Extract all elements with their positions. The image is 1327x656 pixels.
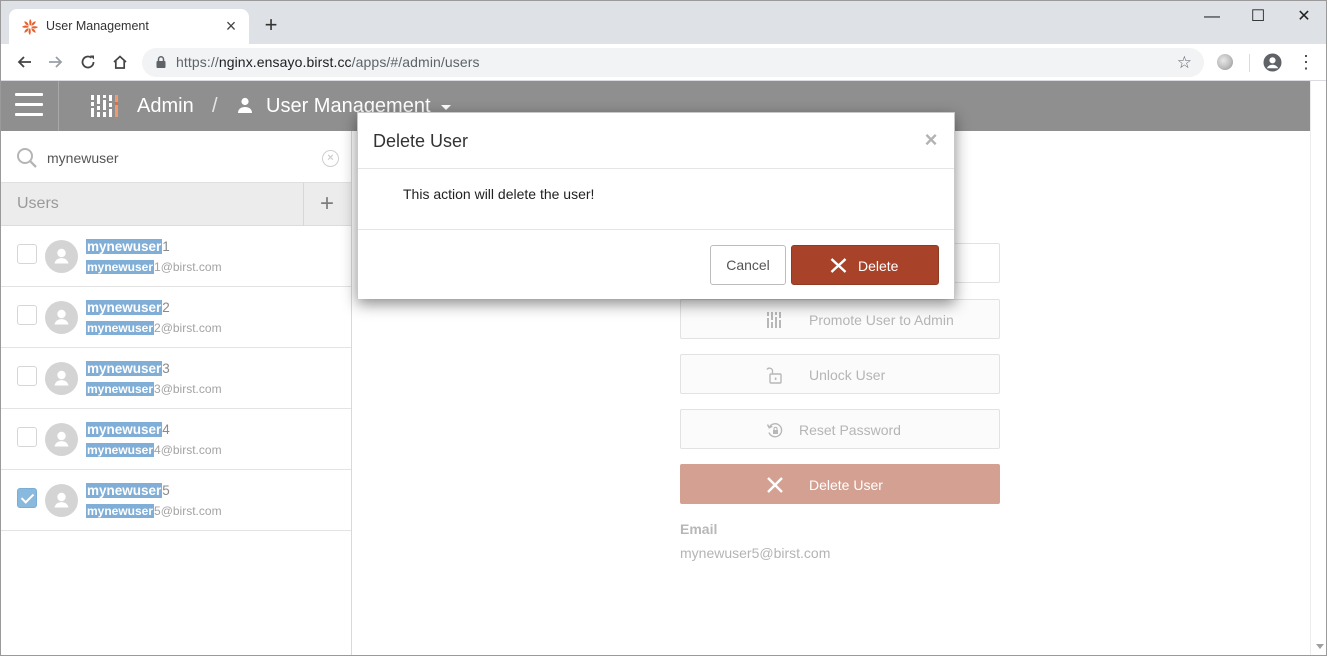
user-avatar-icon: [45, 484, 78, 517]
unlock-user-label: Unlock User: [809, 367, 886, 383]
page-scrollbar[interactable]: [1310, 81, 1326, 655]
user-list-item[interactable]: mynewuser1 mynewuser1@birst.com: [1, 226, 351, 287]
promote-admin-label: Promote User to Admin: [809, 312, 954, 328]
user-checkbox[interactable]: [17, 305, 37, 325]
header-divider: [58, 81, 59, 131]
dialog-close-icon[interactable]: ×: [921, 129, 941, 151]
user-icon: [238, 97, 252, 113]
email-label: Email: [680, 521, 718, 537]
user-checkbox[interactable]: [17, 366, 37, 386]
user-email: mynewuser4@birst.com: [86, 443, 222, 457]
profile-avatar-icon[interactable]: [1263, 53, 1282, 72]
browser-menu-icon[interactable]: ⋮: [1297, 50, 1315, 74]
user-list-item[interactable]: mynewuser4 mynewuser4@birst.com: [1, 409, 351, 470]
forward-arrow-icon[interactable]: [44, 50, 68, 74]
search-icon: [17, 148, 37, 168]
add-user-button[interactable]: +: [315, 190, 339, 218]
confirm-delete-label: Delete: [858, 258, 899, 274]
users-title: Users: [17, 195, 59, 212]
breadcrumb-separator: /: [212, 95, 218, 117]
reset-password-icon: [766, 423, 783, 438]
hamburger-menu-icon[interactable]: [15, 93, 43, 119]
user-checkbox[interactable]: [17, 488, 37, 508]
user-name: mynewuser1: [86, 239, 170, 254]
user-email: mynewuser5@birst.com: [86, 504, 222, 518]
reset-password-button[interactable]: Reset Password: [680, 409, 1000, 449]
search-bar: ×: [1, 131, 351, 183]
users-list-header: Users +: [1, 183, 351, 226]
delete-user-dialog: Delete User × This action will delete th…: [357, 112, 955, 299]
new-tab-button[interactable]: +: [260, 14, 282, 36]
window-minimize-button[interactable]: —: [1197, 5, 1227, 29]
email-value: mynewuser5@birst.com: [680, 545, 831, 561]
user-list-item[interactable]: mynewuser5 mynewuser5@birst.com: [1, 470, 351, 531]
extension-icon[interactable]: [1217, 54, 1233, 70]
delete-user-button[interactable]: Delete User: [680, 464, 1000, 504]
promote-admin-button[interactable]: Promote User to Admin: [680, 299, 1000, 339]
clear-search-icon[interactable]: ×: [322, 150, 339, 167]
dialog-footer: Cancel Delete: [358, 229, 954, 299]
window-maximize-button[interactable]: ☐: [1243, 5, 1273, 29]
tab-close-icon[interactable]: ×: [221, 16, 241, 36]
url-text: https://nginx.ensayo.birst.cc/apps/#/adm…: [176, 54, 480, 70]
cancel-button[interactable]: Cancel: [710, 245, 786, 285]
reload-icon[interactable]: [76, 50, 100, 74]
admin-logo-icon: [767, 312, 781, 328]
delete-user-label: Delete User: [809, 477, 883, 493]
birst-favicon-icon: [22, 19, 38, 35]
user-list: mynewuser1 mynewuser1@birst.com mynewuse…: [1, 226, 351, 531]
user-name: mynewuser5: [86, 483, 170, 498]
back-arrow-icon[interactable]: [12, 50, 36, 74]
user-name: mynewuser3: [86, 361, 170, 376]
unlock-user-button[interactable]: Unlock User: [680, 354, 1000, 394]
dialog-message: This action will delete the user!: [403, 186, 595, 202]
dialog-header: Delete User ×: [358, 113, 954, 169]
unlock-icon: [766, 367, 782, 384]
user-list-item[interactable]: mynewuser2 mynewuser2@birst.com: [1, 287, 351, 348]
bookmark-star-icon[interactable]: ☆: [1177, 53, 1192, 73]
reset-password-label: Reset Password: [799, 422, 901, 438]
user-email: mynewuser3@birst.com: [86, 382, 222, 396]
user-sidebar: × Users + mynewuser1 mynewuser1@birst.co…: [1, 131, 352, 655]
scroll-down-arrow-icon[interactable]: [1316, 644, 1324, 649]
user-list-item[interactable]: mynewuser3 mynewuser3@birst.com: [1, 348, 351, 409]
user-avatar-icon: [45, 423, 78, 456]
user-checkbox[interactable]: [17, 244, 37, 264]
tab-strip: User Management × + — ☐ ✕: [1, 1, 1326, 44]
address-bar[interactable]: https://nginx.ensayo.birst.cc/apps/#/adm…: [142, 48, 1204, 77]
browser-toolbar: https://nginx.ensayo.birst.cc/apps/#/adm…: [1, 44, 1326, 81]
user-avatar-icon: [45, 301, 78, 334]
window-close-button[interactable]: ✕: [1289, 5, 1319, 29]
admin-logo-icon: [91, 95, 118, 117]
user-email: mynewuser1@birst.com: [86, 260, 222, 274]
tab-title: User Management: [46, 19, 149, 33]
user-checkbox[interactable]: [17, 427, 37, 447]
breadcrumb-admin[interactable]: Admin: [137, 95, 194, 118]
browser-tab[interactable]: User Management ×: [9, 9, 249, 44]
delete-x-icon: [830, 258, 847, 273]
user-name: mynewuser4: [86, 422, 170, 437]
user-avatar-icon: [45, 362, 78, 395]
dialog-body: This action will delete the user!: [358, 170, 954, 229]
browser-window: User Management × + — ☐ ✕ https://nginx.…: [0, 0, 1327, 656]
user-email: mynewuser2@birst.com: [86, 321, 222, 335]
dialog-title: Delete User: [373, 131, 469, 151]
users-header-divider: [303, 183, 304, 226]
delete-x-icon: [767, 477, 783, 493]
chevron-down-icon[interactable]: [441, 105, 451, 110]
user-name: mynewuser2: [86, 300, 170, 315]
toolbar-divider: [1249, 54, 1250, 72]
lock-icon: [156, 56, 166, 68]
user-avatar-icon: [45, 240, 78, 273]
search-input[interactable]: [47, 147, 307, 169]
confirm-delete-button[interactable]: Delete: [791, 245, 939, 285]
home-icon[interactable]: [108, 50, 132, 74]
